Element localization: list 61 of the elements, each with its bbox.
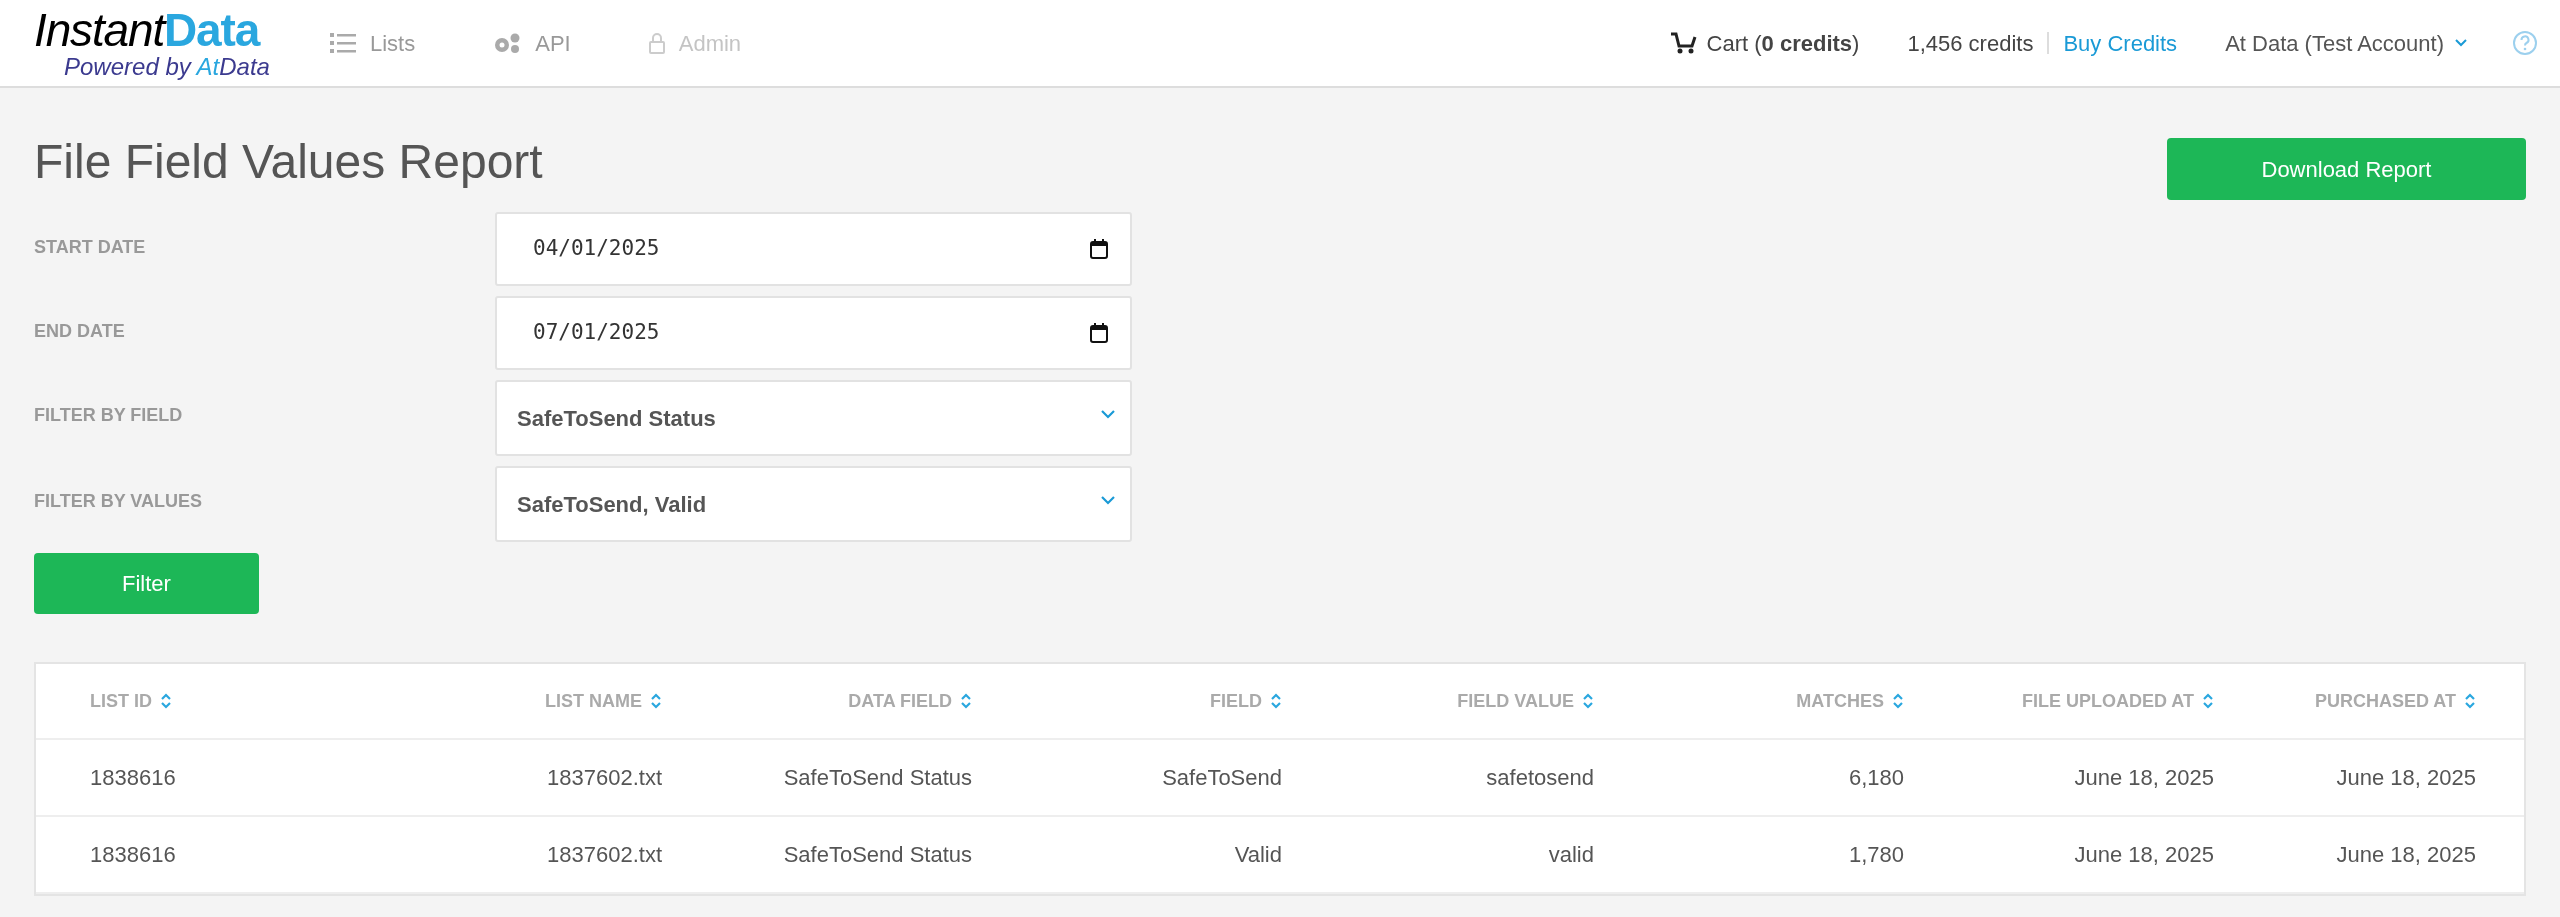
column-header[interactable]: FIELD [1210, 687, 1262, 715]
calendar-icon[interactable] [1090, 323, 1108, 343]
table-cell-text: June 18, 2025 [2073, 841, 2214, 869]
field-label: START DATE [34, 236, 147, 259]
cart-link[interactable]: Cart (0 credits) [1706, 26, 1860, 60]
table-cell-text: 6,180 [1847, 764, 1904, 792]
column-header[interactable]: DATA FIELD [848, 687, 952, 715]
sort-icon[interactable] [1892, 692, 1904, 710]
table-cell-text: 1837602.txt [546, 841, 662, 869]
cart-icon[interactable] [1668, 31, 1699, 55]
sort-icon[interactable] [2464, 692, 2476, 710]
nav-link[interactable]: API [493, 26, 571, 60]
calendar-icon[interactable] [1090, 239, 1108, 259]
chevron-down-icon [1100, 495, 1116, 505]
lock-icon [648, 32, 665, 54]
table-cell-text: June 18, 2025 [2335, 764, 2476, 792]
logo-word: Instant [34, 7, 165, 53]
date-field[interactable]: 04/01/2025 [495, 212, 1132, 286]
list-icon [330, 32, 356, 54]
table-cell-text: June 18, 2025 [2335, 841, 2476, 869]
column-header[interactable]: LIST NAME [545, 687, 642, 715]
column-header[interactable]: PURCHASED AT [2315, 687, 2456, 715]
table-cell-text: SafeToSend Status [782, 764, 972, 792]
sort-icon[interactable] [1582, 692, 1594, 710]
sort-icon[interactable] [1270, 692, 1282, 710]
table-cell-text: 1838616 [89, 764, 177, 792]
table-cell-text: 1838616 [89, 841, 177, 869]
nav-link[interactable]: Lists [330, 26, 416, 60]
field-label: FILTER BY VALUES [34, 490, 203, 513]
sort-icon[interactable] [960, 692, 972, 710]
table-cell-text: safetosend [1485, 764, 1594, 792]
table-cell-text: Valid [1233, 841, 1282, 869]
filter-button[interactable]: Filter [34, 553, 259, 614]
table-cell-text: SafeToSend [1161, 764, 1282, 792]
sort-icon[interactable] [2202, 692, 2214, 710]
page-title: File Field Values Report [34, 138, 543, 186]
sort-icon[interactable] [650, 692, 662, 710]
sort-icon[interactable] [160, 692, 172, 710]
column-header[interactable]: MATCHES [1796, 687, 1884, 715]
column-header[interactable]: LIST ID [90, 687, 152, 715]
select-field[interactable]: SafeToSend Status [495, 380, 1132, 456]
select-field[interactable]: SafeToSend, Valid [495, 466, 1132, 542]
download-report-button[interactable]: Download Report [2167, 138, 2526, 200]
account-menu[interactable]: At Data (Test Account) [2225, 26, 2468, 60]
chevron-down-icon [1100, 409, 1116, 419]
table-cell-text: SafeToSend Status [782, 841, 972, 869]
help-icon[interactable] [2512, 30, 2538, 56]
buy-credits-link[interactable]: Buy Credits [2063, 26, 2178, 60]
logo-tagline: Powered by AtData [63, 55, 271, 79]
field-label: END DATE [34, 320, 126, 343]
gears-icon [493, 32, 522, 54]
column-header[interactable]: FIELD VALUE [1457, 687, 1574, 715]
date-field[interactable]: 07/01/2025 [495, 296, 1132, 370]
chevron-down-icon [2454, 38, 2468, 48]
column-header[interactable]: FILE UPLOADED AT [2022, 687, 2194, 715]
field-label: FILTER BY FIELD [34, 404, 184, 427]
table-cell-text: 1837602.txt [546, 764, 662, 792]
table-cell-text: June 18, 2025 [2073, 764, 2214, 792]
table-cell-text: valid [1547, 841, 1594, 869]
table-cell-text: 1,780 [1847, 841, 1904, 869]
credits-balance: 1,456 credits [1907, 29, 2034, 58]
